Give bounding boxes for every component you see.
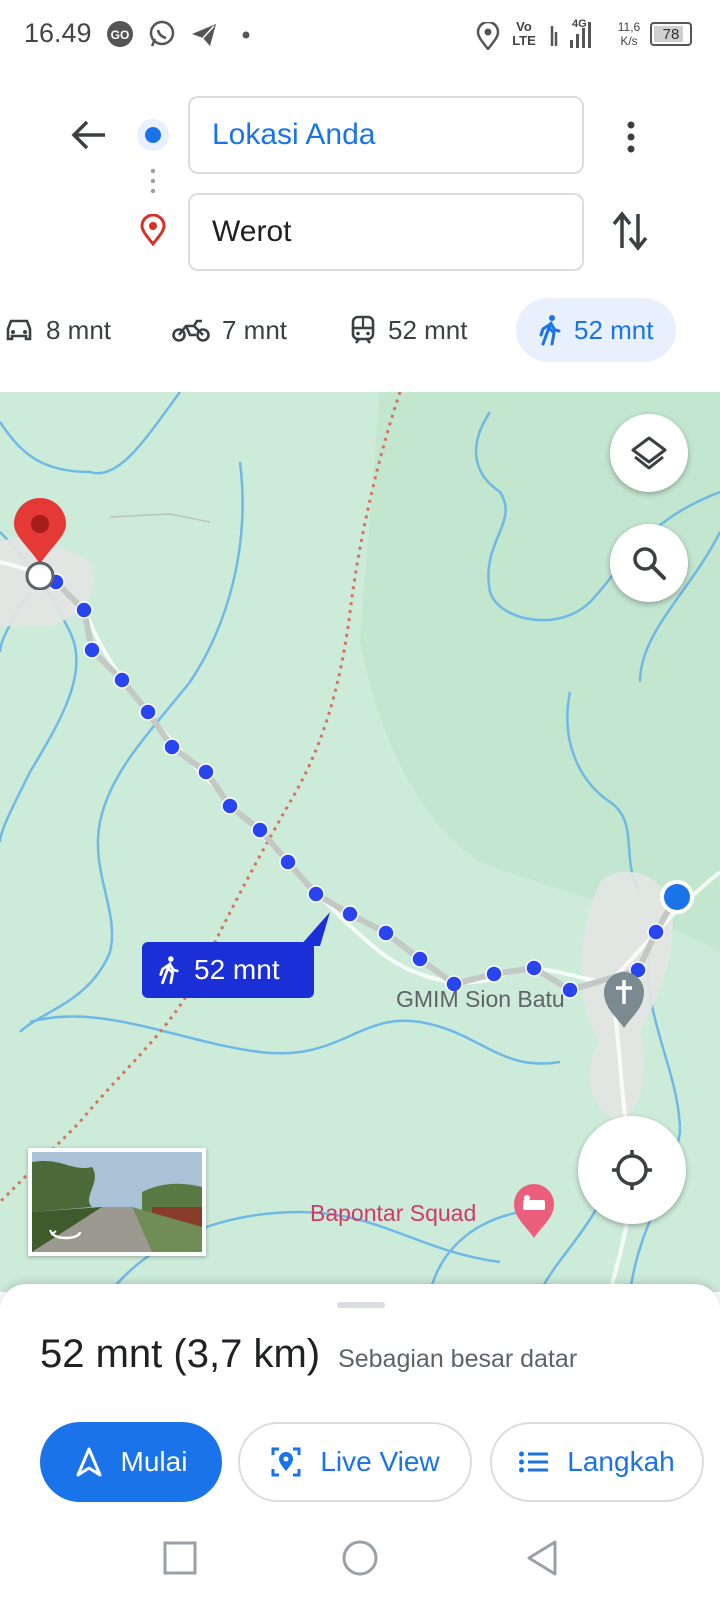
battery-icon: 78: [650, 22, 692, 46]
mode-transit[interactable]: 52 mnt: [350, 298, 468, 362]
origin-dot-icon: [136, 118, 170, 152]
square-icon: [163, 1541, 197, 1575]
walk-icon: [539, 315, 561, 346]
route-summary: 52 mnt (3,7 km) Sebagian besar datar: [40, 1332, 577, 1377]
nav-home-button[interactable]: [340, 1538, 380, 1578]
route-dot: [377, 924, 395, 942]
church-icon: [604, 972, 644, 1028]
live-view-button[interactable]: Live View: [238, 1422, 472, 1502]
destination-map-pin[interactable]: [10, 498, 70, 591]
route-dot: [411, 950, 429, 968]
network-type: 4G: [572, 18, 587, 30]
route-dot: [75, 601, 93, 619]
route-dot: [485, 965, 503, 983]
net-speed: 11,6 K/s: [617, 20, 641, 48]
battery-level: 78: [662, 25, 680, 43]
route-dot: [163, 738, 181, 756]
hotel-icon: [514, 1184, 554, 1238]
start-button[interactable]: Mulai: [40, 1422, 222, 1502]
circle-icon: [342, 1540, 378, 1576]
crosshair-icon: [612, 1150, 652, 1190]
mode-car[interactable]: 8 mnt: [4, 298, 111, 362]
route-terrain: Sebagian besar datar: [338, 1345, 578, 1373]
volte-indicator: Vo LTE: [512, 19, 536, 48]
origin-input[interactable]: Lokasi Anda: [188, 96, 584, 174]
badge-pointer: [300, 912, 330, 946]
layers-button[interactable]: [610, 414, 688, 492]
svg-text:GO: GO: [111, 28, 130, 42]
map-pin-icon: [14, 498, 66, 591]
back-button[interactable]: [66, 112, 112, 158]
walk-icon: [159, 956, 179, 985]
route-dot: [139, 703, 157, 721]
route-dot: [279, 853, 297, 871]
dot-icon: [242, 31, 250, 39]
start-label: Mulai: [120, 1446, 188, 1477]
route-duration-distance: 52 mnt (3,7 km): [40, 1332, 321, 1376]
drag-handle[interactable]: [337, 1302, 385, 1308]
church-marker[interactable]: [602, 970, 646, 1032]
motorcycle-icon: [172, 319, 210, 342]
mode-motorcycle-label: 7 mnt: [222, 314, 288, 345]
route-connector-dots: [150, 168, 156, 196]
route-duration-badge[interactable]: 52 mnt: [142, 942, 314, 998]
more-options-button[interactable]: [616, 114, 646, 160]
navigation-arrow-icon: [76, 1447, 102, 1477]
route-dot: [221, 797, 239, 815]
swap-vert-icon: [612, 211, 648, 251]
location-icon: [476, 22, 500, 50]
current-location-dot: [659, 879, 695, 915]
my-location-button[interactable]: [578, 1116, 686, 1224]
mode-transit-label: 52 mnt: [388, 314, 468, 345]
triangle-back-icon: [527, 1540, 557, 1576]
status-time: 16.49: [24, 18, 92, 48]
nav-back-button[interactable]: [522, 1538, 562, 1578]
mode-motorcycle[interactable]: 7 mnt: [172, 298, 287, 362]
route-dot: [197, 763, 215, 781]
more-vert-icon: [627, 121, 635, 153]
mode-walk-label: 52 mnt: [574, 314, 654, 345]
route-duration-label: 52 mnt: [194, 954, 280, 985]
nav-recents-button[interactable]: [160, 1538, 200, 1578]
car-icon: [6, 319, 32, 341]
layers-icon: [631, 436, 667, 470]
route-path: [38, 569, 679, 994]
route-dot: [647, 923, 665, 941]
search-map-button[interactable]: [610, 524, 688, 602]
mode-walk[interactable]: 52 mnt: [516, 298, 676, 362]
destination-input[interactable]: Werot: [188, 193, 584, 271]
route-dot: [341, 905, 359, 923]
swap-button[interactable]: [610, 208, 650, 254]
map-view[interactable]: GMIM Sion Batu Bapontar Squad: [0, 392, 720, 1292]
route-dot: [83, 641, 101, 659]
list-icon: [519, 1451, 549, 1473]
route-dot: [307, 885, 325, 903]
route-dot: [525, 959, 543, 977]
gojek-icon: GO: [106, 20, 134, 48]
live-view-icon: [271, 1447, 301, 1477]
steps-label: Langkah: [567, 1446, 675, 1477]
whatsapp-icon: [148, 20, 176, 48]
route-dot: [251, 821, 269, 839]
street-view-thumbnail[interactable]: [28, 1148, 206, 1256]
search-icon: [633, 547, 666, 580]
route-dot: [113, 671, 131, 689]
status-bar: 16.49 GO Vo LTE 4G 11,6 K/s 78: [0, 0, 720, 72]
lodging-marker[interactable]: [512, 1182, 556, 1242]
street-view-image: [32, 1152, 202, 1252]
church-label[interactable]: GMIM Sion Batu: [396, 986, 565, 1013]
telegram-icon: [190, 22, 218, 48]
steps-button[interactable]: Langkah: [490, 1422, 704, 1502]
live-view-label: Live View: [320, 1446, 440, 1477]
lodging-label[interactable]: Bapontar Squad: [310, 1200, 476, 1227]
destination-pin-icon: [140, 213, 166, 247]
mode-car-label: 8 mnt: [46, 314, 112, 345]
transit-icon: [351, 315, 375, 344]
arrow-left-icon: [71, 120, 105, 150]
